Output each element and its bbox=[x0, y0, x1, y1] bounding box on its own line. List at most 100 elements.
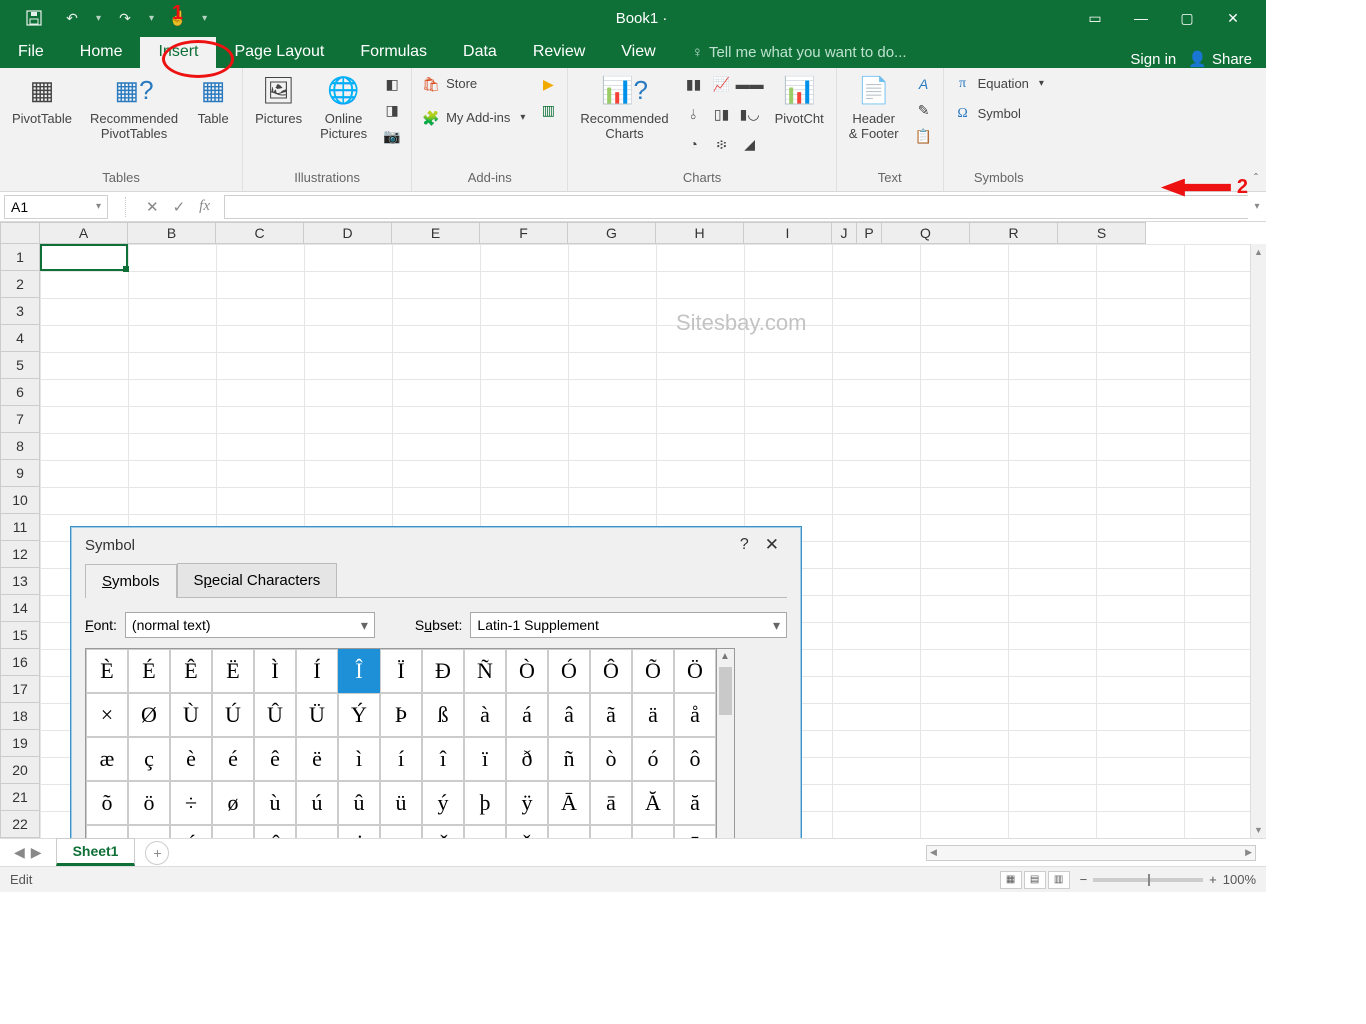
symbol-cell[interactable]: Č bbox=[422, 825, 464, 838]
tab-formulas[interactable]: Formulas bbox=[342, 37, 445, 68]
row-header[interactable]: 12 bbox=[0, 541, 40, 568]
select-all-button[interactable] bbox=[0, 222, 40, 244]
symbol-cell[interactable]: Đ bbox=[590, 825, 632, 838]
tab-file[interactable]: File bbox=[0, 37, 62, 68]
row-header[interactable]: 2 bbox=[0, 271, 40, 298]
zoom-slider[interactable] bbox=[1093, 878, 1203, 882]
symbol-cell[interactable]: Þ bbox=[380, 693, 422, 737]
sheet-nav-buttons[interactable]: ◀▶ bbox=[0, 844, 56, 861]
pictures-button[interactable]: 🖼Pictures bbox=[253, 72, 304, 129]
qat-overflow-caret-icon[interactable]: ▾ bbox=[202, 13, 207, 24]
symbol-cell[interactable]: è bbox=[170, 737, 212, 781]
symbol-cell[interactable]: Ó bbox=[548, 649, 590, 693]
symbol-cell[interactable]: Ú bbox=[212, 693, 254, 737]
sheet-tab-1[interactable]: Sheet1 bbox=[56, 838, 136, 866]
column-header[interactable]: E bbox=[392, 222, 480, 244]
formula-input[interactable] bbox=[224, 195, 1248, 219]
row-header[interactable]: 6 bbox=[0, 379, 40, 406]
equation-button[interactable]: πEquation▾ bbox=[954, 72, 1044, 96]
tab-review[interactable]: Review bbox=[515, 37, 603, 68]
zoom-in-button[interactable]: + bbox=[1209, 872, 1217, 887]
row-header[interactable]: 5 bbox=[0, 352, 40, 379]
line-chart-button[interactable]: 📈 bbox=[713, 72, 731, 96]
symbol-cell[interactable]: ð bbox=[506, 737, 548, 781]
symbol-cell[interactable]: ö bbox=[128, 781, 170, 825]
row-header[interactable]: 19 bbox=[0, 730, 40, 757]
column-header[interactable]: F bbox=[480, 222, 568, 244]
symbol-cell[interactable]: È bbox=[86, 649, 128, 693]
symbol-cell[interactable]: Ĉ bbox=[254, 825, 296, 838]
pie-chart-button[interactable]: ◔ bbox=[685, 132, 703, 156]
font-select[interactable]: (normal text) bbox=[125, 612, 375, 638]
wordart-button[interactable]: ✎ bbox=[915, 98, 933, 122]
page-break-view-button[interactable]: ▥ bbox=[1048, 871, 1070, 889]
symbol-cell[interactable]: ý bbox=[422, 781, 464, 825]
symbol-cell[interactable]: û bbox=[338, 781, 380, 825]
tell-me-search[interactable]: Tell me what you want to do... bbox=[674, 38, 925, 68]
symbol-cell[interactable]: Đ bbox=[422, 649, 464, 693]
symbol-cell[interactable]: í bbox=[380, 737, 422, 781]
row-header[interactable]: 10 bbox=[0, 487, 40, 514]
symbol-cell[interactable]: ÿ bbox=[506, 781, 548, 825]
row-header[interactable]: 4 bbox=[0, 325, 40, 352]
symbol-cell[interactable]: å bbox=[674, 693, 716, 737]
row-header[interactable]: 17 bbox=[0, 676, 40, 703]
column-header[interactable]: I bbox=[744, 222, 832, 244]
symbol-cell[interactable]: Ö bbox=[674, 649, 716, 693]
vertical-scrollbar[interactable] bbox=[1250, 244, 1266, 838]
tab-page-layout[interactable]: Page Layout bbox=[216, 37, 342, 68]
people-graph-button[interactable]: ▥ bbox=[539, 98, 557, 122]
undo-icon[interactable]: ↶ bbox=[58, 4, 86, 32]
symbol-cell[interactable]: ë bbox=[296, 737, 338, 781]
symbol-cell[interactable]: Ć bbox=[170, 825, 212, 838]
symbol-cell[interactable]: Ì bbox=[254, 649, 296, 693]
screenshot-button[interactable]: 📷 bbox=[383, 124, 401, 148]
surface-chart-button[interactable]: ◢ bbox=[741, 132, 759, 156]
cancel-entry-icon[interactable]: ✕ bbox=[146, 198, 159, 216]
store-button[interactable]: 🛍Store bbox=[422, 72, 525, 96]
symbol-cell[interactable]: ÷ bbox=[170, 781, 212, 825]
selected-cell[interactable] bbox=[40, 244, 128, 271]
confirm-entry-icon[interactable]: ✓ bbox=[173, 198, 186, 216]
dropdown-caret-icon[interactable]: ▾ bbox=[96, 13, 101, 24]
textbox-button[interactable]: A bbox=[915, 72, 933, 96]
row-header[interactable]: 1 bbox=[0, 244, 40, 271]
symbol-cell[interactable]: ď bbox=[548, 825, 590, 838]
symbol-cell[interactable]: à bbox=[464, 693, 506, 737]
symbol-cell[interactable]: ß bbox=[422, 693, 464, 737]
symbol-cell[interactable]: Ċ bbox=[338, 825, 380, 838]
symbol-cell[interactable]: Ý bbox=[338, 693, 380, 737]
symbol-cell[interactable]: ä bbox=[632, 693, 674, 737]
symbol-cell[interactable]: ü bbox=[380, 781, 422, 825]
row-header[interactable]: 22 bbox=[0, 811, 40, 838]
symbol-cell[interactable]: ā bbox=[590, 781, 632, 825]
dialog-tab-symbols[interactable]: Symbols bbox=[85, 564, 177, 598]
column-header[interactable]: C bbox=[216, 222, 304, 244]
tab-home[interactable]: Home bbox=[62, 37, 141, 68]
symbol-cell[interactable]: ô bbox=[674, 737, 716, 781]
symbol-cell[interactable]: ç bbox=[128, 737, 170, 781]
shapes-button[interactable]: ◧ bbox=[383, 72, 401, 96]
symbol-grid-scrollbar[interactable] bbox=[717, 648, 735, 838]
row-header[interactable]: 15 bbox=[0, 622, 40, 649]
minimize-icon[interactable]: — bbox=[1122, 4, 1160, 32]
redo-icon[interactable]: ↷ bbox=[111, 4, 139, 32]
symbol-cell[interactable]: î bbox=[422, 737, 464, 781]
insert-function-icon[interactable]: fx bbox=[199, 198, 210, 216]
row-header[interactable]: 20 bbox=[0, 757, 40, 784]
symbol-cell[interactable]: ù bbox=[254, 781, 296, 825]
symbol-cell[interactable]: ì bbox=[338, 737, 380, 781]
horizontal-scrollbar[interactable] bbox=[926, 845, 1256, 861]
symbol-cell[interactable]: ê bbox=[254, 737, 296, 781]
symbol-cell[interactable]: ò bbox=[590, 737, 632, 781]
symbol-cell[interactable]: ą bbox=[128, 825, 170, 838]
recommended-pivottables-button[interactable]: ▦?Recommended PivotTables bbox=[88, 72, 180, 144]
symbol-cell[interactable]: Ñ bbox=[464, 649, 506, 693]
statistic-chart-button[interactable]: ▯▮ bbox=[713, 102, 731, 126]
row-header[interactable]: 7 bbox=[0, 406, 40, 433]
symbol-cell[interactable]: Ď bbox=[506, 825, 548, 838]
symbol-cell[interactable]: × bbox=[86, 693, 128, 737]
dropdown-caret-icon[interactable]: ▾ bbox=[149, 13, 154, 24]
pivottable-button[interactable]: ▦PivotTable bbox=[10, 72, 74, 129]
bing-maps-button[interactable]: ▶ bbox=[539, 72, 557, 96]
